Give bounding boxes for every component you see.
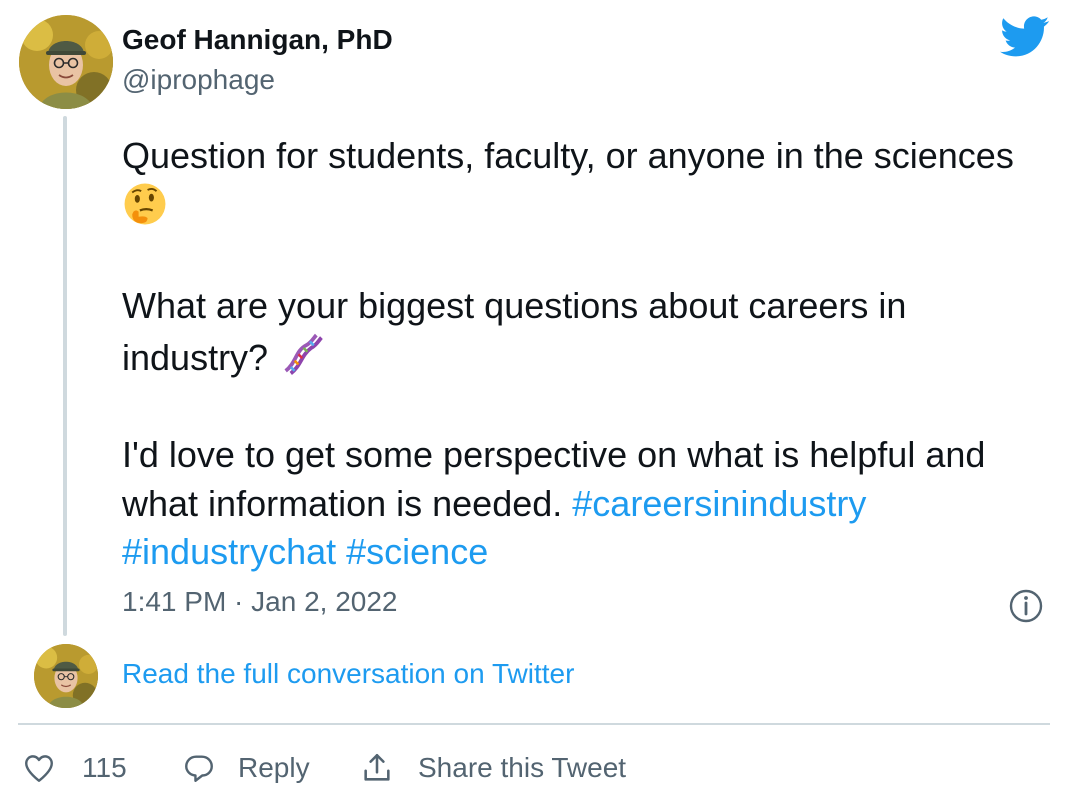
- hashtag-careersinindustry[interactable]: #careersinindustry: [572, 483, 866, 524]
- author-name[interactable]: Geof Hannigan, PhD: [122, 24, 393, 56]
- like-count: 115: [82, 752, 127, 783]
- avatar-photo: [34, 644, 98, 708]
- avatar-photo: [19, 15, 113, 109]
- tweet-paragraph-2-text: What are your biggest questions about ca…: [122, 284, 907, 379]
- thinking-face-emoji: [124, 183, 166, 224]
- share-label: Share this Tweet: [418, 752, 627, 783]
- heart-icon: [25, 755, 53, 782]
- tweet-text: Question for students, faculty, or anyon…: [122, 132, 1042, 577]
- tweet-timestamp[interactable]: 1:41 PM · Jan 2, 2022: [122, 586, 398, 618]
- info-icon[interactable]: [1008, 588, 1044, 624]
- hashtag-industrychat[interactable]: #industrychat: [122, 531, 336, 572]
- author-avatar[interactable]: [19, 15, 113, 109]
- reply-label: Reply: [238, 752, 310, 783]
- read-full-conversation-link[interactable]: Read the full conversation on Twitter: [122, 658, 574, 690]
- tweet-paragraph-2: What are your biggest questions about ca…: [122, 282, 1042, 383]
- tweet-paragraph-1: Question for students, faculty, or anyon…: [122, 132, 1042, 233]
- share-icon: [364, 753, 390, 781]
- share-button[interactable]: Share this Tweet: [360, 746, 626, 790]
- author-handle[interactable]: @iprophage: [122, 64, 275, 96]
- reply-button[interactable]: Reply: [182, 746, 310, 790]
- divider: [18, 723, 1050, 725]
- tweet-paragraph-3: I'd love to get some perspective on what…: [122, 431, 1042, 577]
- reply-bubble-icon: [185, 755, 213, 782]
- hashtag-science[interactable]: #science: [346, 531, 488, 572]
- thread-line: [63, 116, 67, 636]
- author-avatar-small[interactable]: [34, 644, 98, 708]
- tweet-paragraph-1-text: Question for students, faculty, or anyon…: [122, 135, 1014, 176]
- dna-emoji: [284, 333, 323, 375]
- like-button[interactable]: 115: [22, 746, 127, 790]
- twitter-bird-icon[interactable]: [1000, 16, 1050, 58]
